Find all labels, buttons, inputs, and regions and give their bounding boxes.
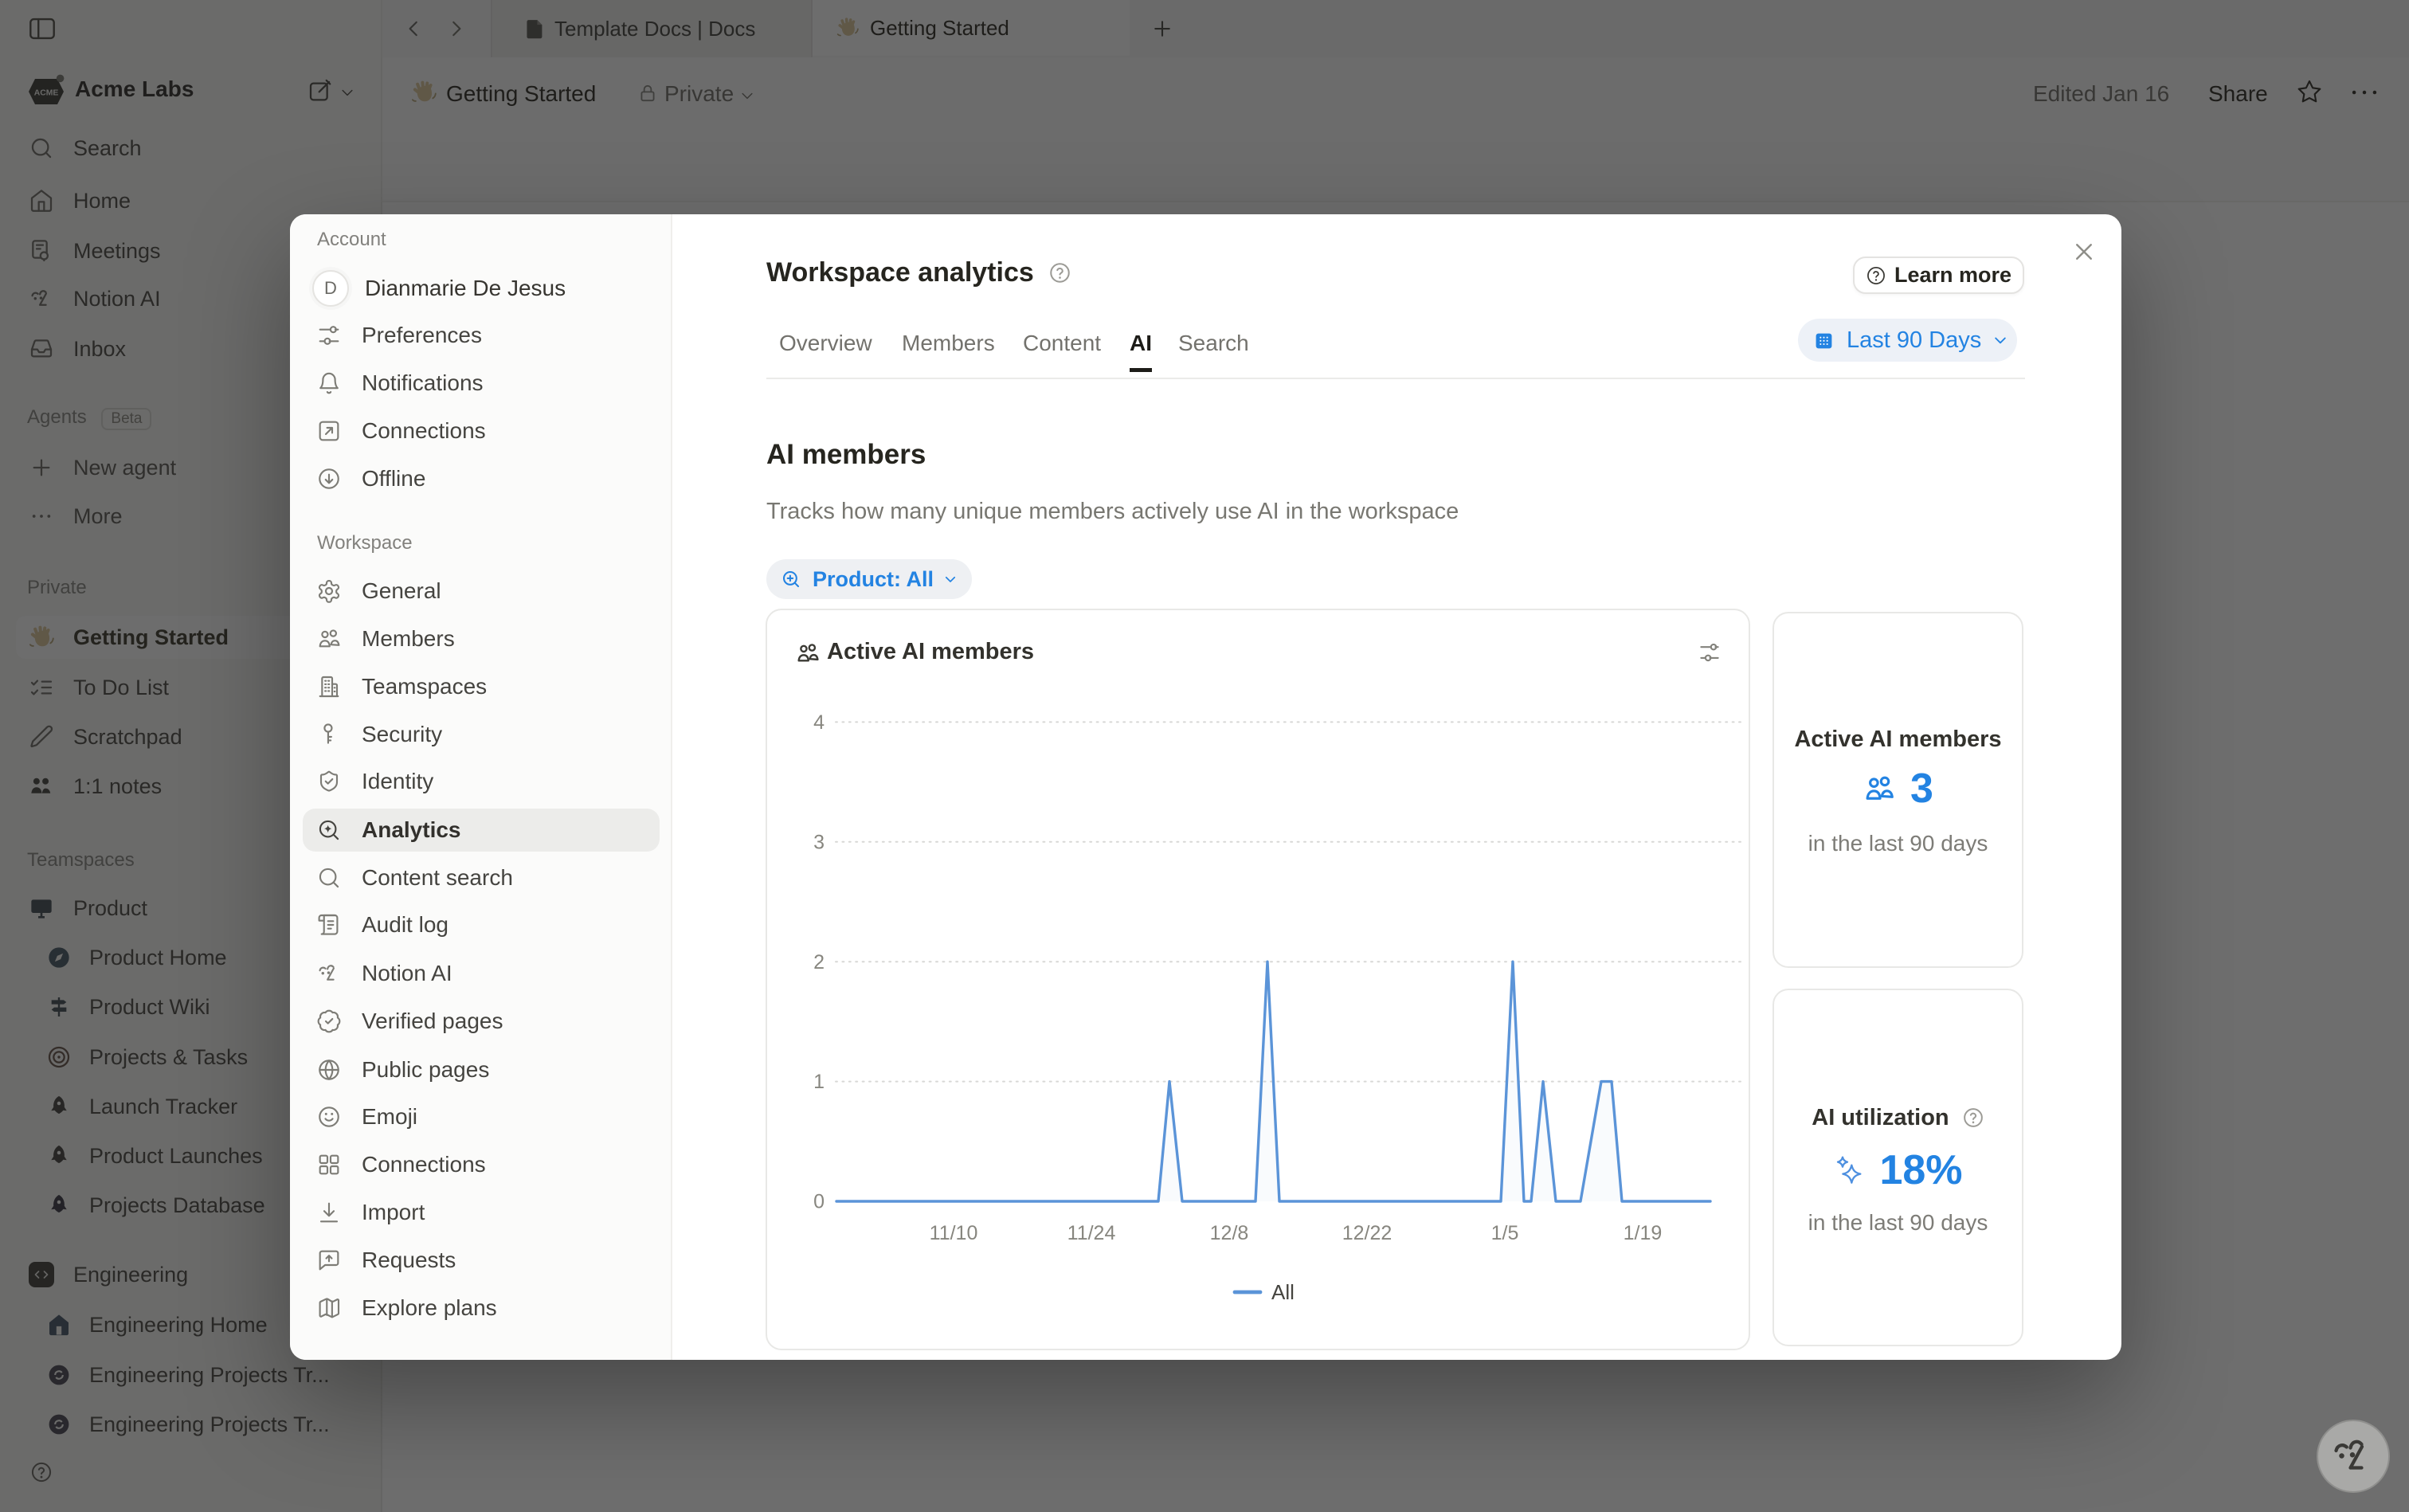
svg-text:1: 1 xyxy=(813,1071,825,1093)
svg-text:12/22: 12/22 xyxy=(1342,1222,1393,1244)
svg-text:All: All xyxy=(1271,1280,1295,1304)
svg-text:12/8: 12/8 xyxy=(1210,1222,1249,1244)
svg-text:1/5: 1/5 xyxy=(1491,1222,1519,1244)
svg-text:0: 0 xyxy=(813,1191,825,1213)
svg-text:11/24: 11/24 xyxy=(1067,1222,1116,1244)
svg-text:2: 2 xyxy=(813,951,825,973)
svg-text:1/19: 1/19 xyxy=(1624,1222,1663,1244)
svg-text:3: 3 xyxy=(813,831,825,853)
svg-text:4: 4 xyxy=(813,711,825,734)
svg-text:11/10: 11/10 xyxy=(930,1222,978,1244)
